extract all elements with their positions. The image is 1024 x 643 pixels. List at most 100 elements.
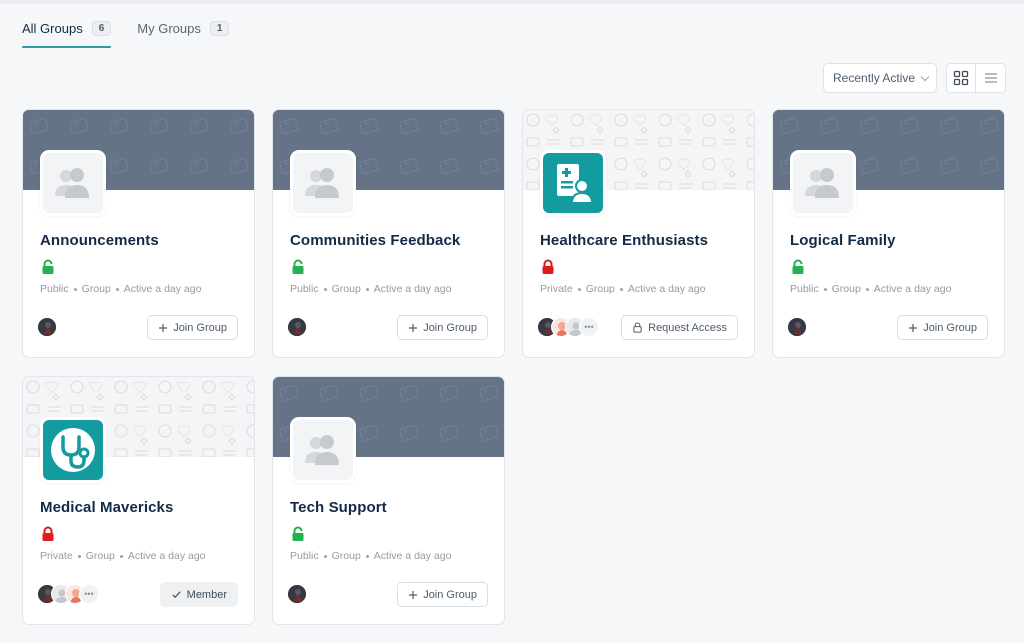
group-card[interactable]: Medical Mavericks Private Group Active a d…	[22, 376, 255, 625]
separator-dot	[619, 287, 623, 291]
group-card[interactable]: Tech Support Public Group Active a day ago…	[272, 376, 505, 625]
group-members	[287, 584, 307, 604]
group-card[interactable]: Healthcare Enthusiasts Private Group Activ…	[522, 109, 755, 358]
group-type: Group	[331, 550, 361, 562]
join-group-button[interactable]: Join Group	[397, 315, 488, 340]
more-members-icon[interactable]: •••	[79, 584, 99, 604]
list-view-button[interactable]	[976, 64, 1005, 92]
group-type: Group	[331, 283, 361, 295]
public-lock-icon	[292, 259, 304, 274]
group-placeholder-icon	[305, 168, 339, 198]
group-members: •••	[537, 317, 599, 337]
sort-select[interactable]: Recently Active	[823, 63, 937, 93]
separator-dot	[323, 554, 327, 558]
group-avatar[interactable]	[290, 150, 356, 216]
separator-dot	[77, 554, 81, 558]
group-members: •••	[37, 584, 99, 604]
group-avatar[interactable]	[290, 417, 356, 483]
group-meta: Private Group Active a day ago	[540, 283, 706, 295]
separator-dot	[119, 554, 123, 558]
top-strip	[0, 0, 1024, 4]
more-members-icon[interactable]: •••	[579, 317, 599, 337]
tab-label: My Groups	[137, 20, 201, 36]
group-activity: Active a day ago	[373, 550, 452, 562]
group-title[interactable]: Tech Support	[290, 499, 387, 516]
group-avatar[interactable]	[40, 150, 106, 216]
action-label: Request Access	[648, 321, 727, 334]
group-placeholder-icon	[805, 168, 839, 198]
tab-count-badge: 1	[209, 20, 230, 36]
group-activity: Active a day ago	[127, 550, 206, 562]
member-avatar[interactable]	[287, 584, 307, 604]
group-title[interactable]: Logical Family	[790, 232, 896, 249]
group-type: Group	[831, 283, 861, 295]
plus-icon	[158, 323, 168, 333]
join-group-button[interactable]: Join Group	[147, 315, 238, 340]
group-privacy: Private	[540, 283, 573, 295]
group-meta: Private Group Active a day ago	[40, 550, 206, 562]
separator-dot	[823, 287, 827, 291]
member-avatar[interactable]	[287, 317, 307, 337]
separator-dot	[365, 287, 369, 291]
separator-dot	[865, 287, 869, 291]
group-avatar[interactable]	[40, 417, 106, 483]
sort-select-value: Recently Active	[833, 71, 916, 85]
separator-dot	[365, 554, 369, 558]
plus-icon	[908, 323, 918, 333]
group-title[interactable]: Communities Feedback	[290, 232, 460, 249]
group-card[interactable]: Logical Family Public Group Active a day a…	[772, 109, 1005, 358]
request-access-button[interactable]: Request Access	[621, 315, 738, 340]
group-title[interactable]: Announcements	[40, 232, 159, 249]
action-label: Join Group	[423, 588, 477, 601]
tab-count-badge: 6	[91, 20, 112, 36]
member-avatar[interactable]	[37, 317, 57, 337]
separator-dot	[323, 287, 327, 291]
public-lock-icon	[292, 526, 304, 541]
separator-dot	[73, 287, 77, 291]
separator-dot	[115, 287, 119, 291]
group-members	[787, 317, 807, 337]
group-card[interactable]: Announcements Public Group Active a day ag…	[22, 109, 255, 358]
group-privacy: Public	[290, 283, 319, 295]
group-title[interactable]: Medical Mavericks	[40, 499, 173, 516]
group-activity: Active a day ago	[627, 283, 706, 295]
join-group-button[interactable]: Join Group	[397, 582, 488, 607]
list-icon	[984, 73, 997, 83]
plus-icon	[408, 590, 418, 600]
group-placeholder-icon	[55, 168, 89, 198]
group-members	[287, 317, 307, 337]
tab-all-groups[interactable]: All Groups 6	[22, 14, 112, 48]
member-button[interactable]: Member	[159, 582, 238, 607]
check-icon	[171, 589, 182, 600]
tab-my-groups[interactable]: My Groups 1	[137, 14, 230, 42]
group-meta: Public Group Active a day ago	[290, 550, 451, 562]
group-tabs: All Groups 6 My Groups 1	[22, 14, 255, 48]
action-label: Join Group	[923, 321, 977, 334]
group-avatar[interactable]	[540, 150, 606, 216]
private-lock-icon	[542, 259, 554, 274]
join-group-button[interactable]: Join Group	[897, 315, 988, 340]
grid-view-button[interactable]	[947, 64, 977, 92]
group-avatar[interactable]	[790, 150, 856, 216]
public-lock-icon	[792, 259, 804, 274]
group-meta: Public Group Active a day ago	[790, 283, 951, 295]
action-label: Join Group	[173, 321, 227, 334]
group-card[interactable]: Communities Feedback Public Group Active a…	[272, 109, 505, 358]
separator-dot	[577, 287, 581, 291]
medical-record-icon	[557, 164, 594, 204]
group-type: Group	[81, 283, 111, 295]
action-label: Member	[186, 588, 227, 601]
group-activity: Active a day ago	[123, 283, 202, 295]
group-members	[37, 317, 57, 337]
group-type: Group	[585, 283, 615, 295]
group-meta: Public Group Active a day ago	[290, 283, 451, 295]
grid-icon	[953, 70, 969, 86]
plus-icon	[408, 323, 418, 333]
stethoscope-icon	[51, 428, 95, 472]
member-avatar[interactable]	[787, 317, 807, 337]
group-type: Group	[85, 550, 115, 562]
view-toggle	[946, 63, 1006, 93]
group-title[interactable]: Healthcare Enthusiasts	[540, 232, 708, 249]
group-activity: Active a day ago	[873, 283, 952, 295]
group-privacy: Public	[290, 550, 319, 562]
